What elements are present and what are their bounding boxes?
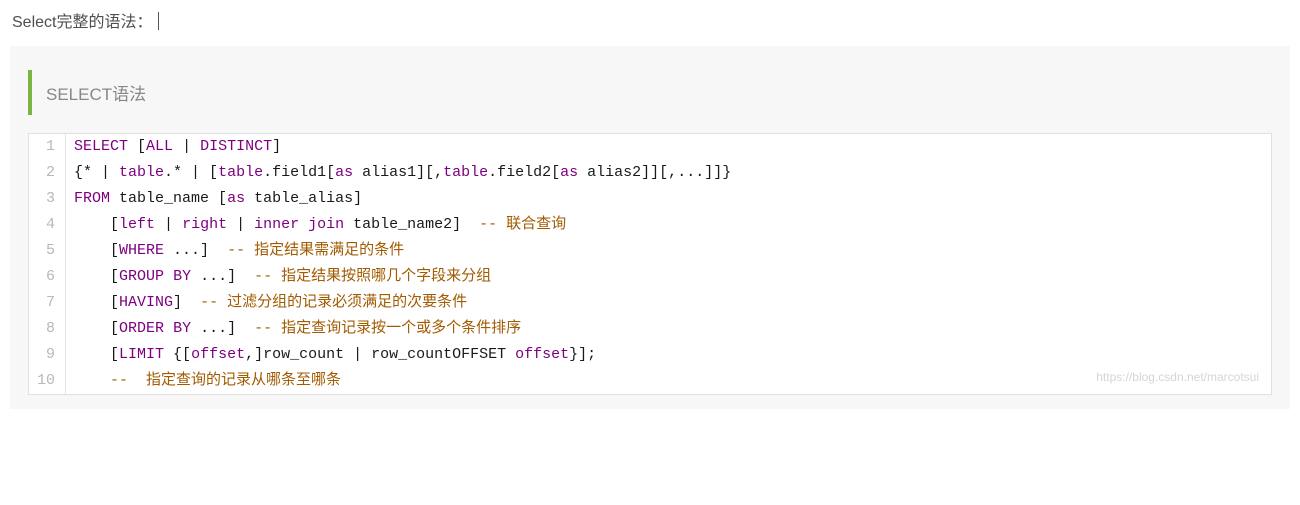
code-line: 5 [WHERE ...] -- 指定结果需满足的条件 <box>29 238 1271 264</box>
token-kw: table <box>443 164 488 181</box>
token-plain: .field1[ <box>263 164 335 181</box>
text-cursor <box>158 12 159 30</box>
token-plain: table_alias] <box>245 190 362 207</box>
line-number: 9 <box>29 342 66 368</box>
token-plain: ] <box>173 294 200 311</box>
code-cell[interactable]: SELECT [ALL | DISTINCT] <box>66 134 1271 160</box>
code-line: 2{* | table.* | [table.field1[as alias1]… <box>29 160 1271 186</box>
token-cmt: -- 指定结果需满足的条件 <box>227 242 404 259</box>
token-plain: [ <box>74 346 119 363</box>
code-line: 7 [HAVING] -- 过滤分组的记录必须满足的次要条件 <box>29 290 1271 316</box>
token-plain <box>299 216 308 233</box>
token-kw: inner <box>254 216 299 233</box>
token-plain <box>164 268 173 285</box>
code-block: 1SELECT [ALL | DISTINCT]2{* | table.* | … <box>28 133 1272 395</box>
token-kw: BY <box>173 320 191 337</box>
token-plain: ,]row_count | row_countOFFSET <box>245 346 515 363</box>
page-heading: Select完整的语法： <box>12 8 1290 32</box>
code-line: 10 -- 指定查询的记录从哪条至哪条 <box>29 368 1271 394</box>
line-number: 6 <box>29 264 66 290</box>
token-plain: ...] <box>164 242 227 259</box>
token-plain: [ <box>74 320 119 337</box>
token-kw: GROUP <box>119 268 164 285</box>
token-cmt: -- 指定结果按照哪几个字段来分组 <box>254 268 491 285</box>
token-kw: right <box>182 216 227 233</box>
token-kw: SELECT <box>74 138 128 155</box>
code-cell[interactable]: {* | table.* | [table.field1[as alias1][… <box>66 160 1271 186</box>
token-kw: as <box>335 164 353 181</box>
token-plain: alias1][, <box>353 164 443 181</box>
code-cell[interactable]: [left | right | inner join table_name2] … <box>66 212 1271 238</box>
code-table: 1SELECT [ALL | DISTINCT]2{* | table.* | … <box>29 134 1271 394</box>
token-kw: offset <box>191 346 245 363</box>
token-kw: join <box>308 216 344 233</box>
token-cmt: -- 指定查询的记录从哪条至哪条 <box>110 372 341 389</box>
token-kw: ORDER <box>119 320 164 337</box>
token-plain: | <box>227 216 254 233</box>
token-plain: [ <box>74 242 119 259</box>
token-plain: table_name [ <box>110 190 227 207</box>
line-number: 1 <box>29 134 66 160</box>
line-number: 8 <box>29 316 66 342</box>
line-number: 7 <box>29 290 66 316</box>
line-number: 2 <box>29 160 66 186</box>
code-cell[interactable]: -- 指定查询的记录从哪条至哪条 <box>66 368 1271 394</box>
line-number: 4 <box>29 212 66 238</box>
token-plain: [ <box>74 294 119 311</box>
code-line: 9 [LIMIT {[offset,]row_count | row_count… <box>29 342 1271 368</box>
token-plain: {[ <box>164 346 191 363</box>
token-plain: | <box>155 216 182 233</box>
token-plain: ...] <box>191 320 254 337</box>
token-plain: | <box>173 138 200 155</box>
token-cmt: -- 指定查询记录按一个或多个条件排序 <box>254 320 521 337</box>
code-line: 1SELECT [ALL | DISTINCT] <box>29 134 1271 160</box>
token-plain: table_name2] <box>344 216 479 233</box>
token-kw: WHERE <box>119 242 164 259</box>
token-kw: as <box>227 190 245 207</box>
blockquote-title: SELECT语法 <box>46 85 146 104</box>
token-kw: FROM <box>74 190 110 207</box>
heading-text: Select完整的语法： <box>12 14 152 31</box>
token-kw: as <box>560 164 578 181</box>
blockquote: SELECT语法 <box>28 70 1272 115</box>
token-plain <box>164 320 173 337</box>
token-kw: DISTINCT <box>200 138 272 155</box>
token-plain: [ <box>74 268 119 285</box>
token-plain: .field2[ <box>488 164 560 181</box>
code-cell[interactable]: [GROUP BY ...] -- 指定结果按照哪几个字段来分组 <box>66 264 1271 290</box>
code-cell[interactable]: [HAVING] -- 过滤分组的记录必须满足的次要条件 <box>66 290 1271 316</box>
token-kw: ALL <box>146 138 173 155</box>
code-cell[interactable]: [WHERE ...] -- 指定结果需满足的条件 <box>66 238 1271 264</box>
content-panel: SELECT语法 1SELECT [ALL | DISTINCT]2{* | t… <box>10 46 1290 409</box>
token-plain: ...] <box>191 268 254 285</box>
code-line: 4 [left | right | inner join table_name2… <box>29 212 1271 238</box>
code-line: 3FROM table_name [as table_alias] <box>29 186 1271 212</box>
token-plain: alias2]][,...]]} <box>578 164 731 181</box>
line-number: 10 <box>29 368 66 394</box>
code-line: 8 [ORDER BY ...] -- 指定查询记录按一个或多个条件排序 <box>29 316 1271 342</box>
token-kw: LIMIT <box>119 346 164 363</box>
token-plain: }]; <box>569 346 596 363</box>
line-number: 5 <box>29 238 66 264</box>
token-plain: [ <box>128 138 146 155</box>
token-kw: left <box>119 216 155 233</box>
line-number: 3 <box>29 186 66 212</box>
token-plain: .* | [ <box>164 164 218 181</box>
token-cmt: -- 联合查询 <box>479 216 566 233</box>
token-kw: table <box>218 164 263 181</box>
token-kw: offset <box>515 346 569 363</box>
token-kw: HAVING <box>119 294 173 311</box>
token-cmt: -- 过滤分组的记录必须满足的次要条件 <box>200 294 467 311</box>
token-kw: table <box>119 164 164 181</box>
code-cell[interactable]: FROM table_name [as table_alias] <box>66 186 1271 212</box>
code-cell[interactable]: [LIMIT {[offset,]row_count | row_countOF… <box>66 342 1271 368</box>
token-kw: BY <box>173 268 191 285</box>
code-line: 6 [GROUP BY ...] -- 指定结果按照哪几个字段来分组 <box>29 264 1271 290</box>
token-plain: {* | <box>74 164 119 181</box>
token-plain: ] <box>272 138 281 155</box>
code-cell[interactable]: [ORDER BY ...] -- 指定查询记录按一个或多个条件排序 <box>66 316 1271 342</box>
token-plain <box>74 372 110 389</box>
token-plain: [ <box>74 216 119 233</box>
